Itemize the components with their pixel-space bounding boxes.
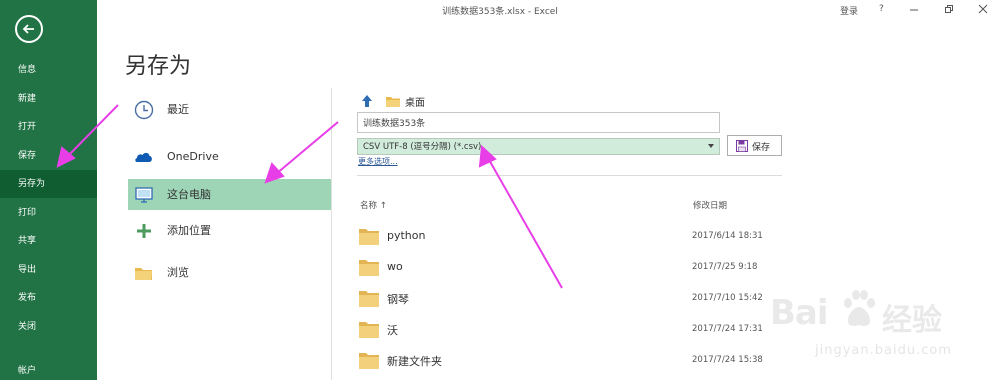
- annotation-arrow: [487, 157, 563, 289]
- annotation-arrows: [56, 104, 563, 289]
- annotation-arrow: [275, 121, 339, 175]
- annotation-arrow-head: [56, 146, 76, 168]
- annotation-arrow: [65, 104, 119, 159]
- annotation-arrow-head: [478, 144, 497, 168]
- annotation-arrow-head: [264, 162, 285, 184]
